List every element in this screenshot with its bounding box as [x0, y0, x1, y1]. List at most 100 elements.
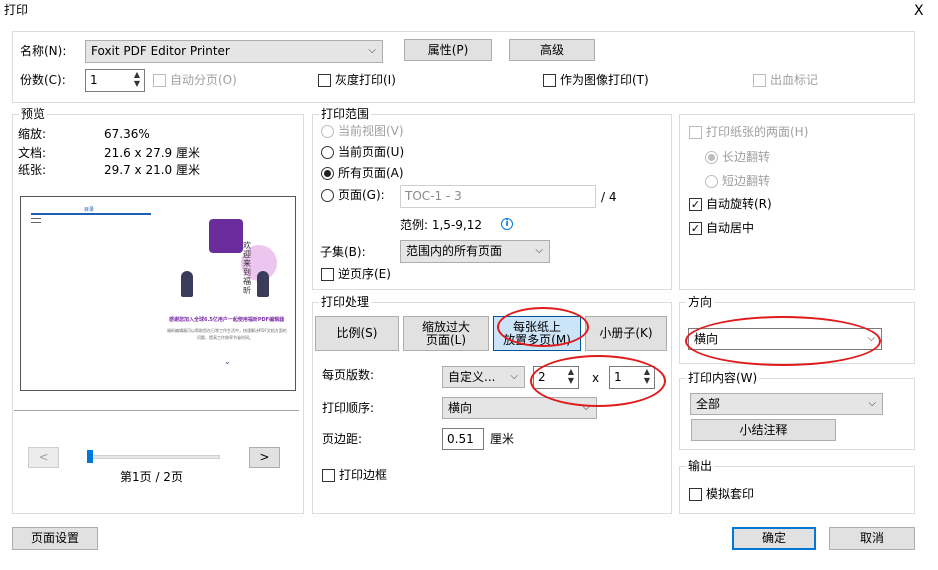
grayscale-checkbox[interactable]: 灰度打印(I)	[318, 72, 396, 88]
printer-select-value: Foxit PDF Editor Printer	[91, 44, 230, 58]
all-pages-label: 所有页面(A)	[338, 166, 404, 180]
auto-rotate-label: 自动旋转(R)	[706, 197, 772, 211]
all-pages-radio[interactable]: 所有页面(A)	[321, 165, 404, 181]
radio-selected-icon	[705, 150, 718, 164]
radio-selected-icon	[321, 166, 334, 180]
toc-heading: 目录	[84, 207, 95, 213]
auto-center-checkbox[interactable]: ✓ 自动居中	[689, 220, 754, 236]
paper-size-value: 29.7 x 21.0 厘米	[104, 163, 200, 177]
document-size-value: 21.6 x 27.9 厘米	[104, 146, 200, 160]
both-sides-checkbox[interactable]: 打印纸张的两面(H)	[689, 124, 808, 140]
chevron-down-icon: ⌵	[368, 45, 376, 56]
grayscale-label: 灰度打印(I)	[335, 73, 396, 87]
margin-unit: 厘米	[490, 432, 515, 446]
prev-page-button[interactable]: <	[28, 447, 59, 468]
subset-label: 子集(B):	[320, 245, 366, 259]
short-edge-radio[interactable]: 短边翻转	[705, 173, 770, 189]
print-as-image-checkbox[interactable]: 作为图像打印(T)	[543, 72, 649, 88]
pages-per-sheet-value: 自定义...	[448, 370, 496, 384]
chevron-down-icon: ⌵	[510, 371, 518, 382]
simulate-overprint-checkbox[interactable]: 模拟套印	[689, 486, 754, 502]
thumb-body-line: 问题，提高工作效率节省时间。	[197, 335, 253, 340]
pages-total: / 4	[601, 190, 617, 204]
long-edge-radio[interactable]: 长边翻转	[705, 149, 770, 165]
copies-input[interactable]: 1 ▲ ▼	[85, 69, 145, 92]
auto-rotate-checkbox[interactable]: ✓ 自动旋转(R)	[689, 196, 772, 212]
pages-per-sheet-label: 每页版数:	[322, 368, 375, 382]
both-sides-label: 打印纸张的两面(H)	[706, 125, 809, 139]
checkbox-icon	[689, 125, 702, 139]
page-slider-track[interactable]	[89, 455, 220, 459]
subset-value: 范围内的所有页面	[406, 244, 503, 258]
tab-fit-oversized[interactable]: 缩放过大 页面(L)	[403, 316, 489, 351]
long-edge-label: 长边翻转	[722, 150, 771, 164]
preview-legend: 预览	[19, 107, 48, 121]
thumb-heading: 欢迎来到福昕	[243, 241, 251, 295]
printer-select[interactable]: Foxit PDF Editor Printer ⌵	[85, 40, 383, 63]
tab-booklet[interactable]: 小册子(K)	[585, 316, 667, 351]
annotation-ellipse	[497, 307, 589, 347]
print-content-select[interactable]: 全部 ⌵	[690, 393, 883, 415]
pages-label: 页面(G):	[338, 188, 385, 202]
tab-booklet-label: 小册子(K)	[599, 326, 653, 340]
thumb-body-line: 福昕编辑器可以帮助您在日常工作生活中，快速解决PDF文档方面的	[167, 328, 287, 333]
checkbox-icon	[321, 267, 334, 281]
print-range-legend: 打印范围	[319, 107, 372, 121]
collate-checkbox[interactable]: 自动分页(O)	[153, 72, 237, 88]
auto-center-label: 自动居中	[706, 221, 755, 235]
page-preview: 目录 欢迎来到福昕 感谢您加入全球6.5亿用户一起使用福昕PDF编辑器 福昕编辑…	[20, 196, 296, 391]
range-example: 范例: 1,5-9,12	[400, 218, 482, 232]
reverse-order-checkbox[interactable]: 逆页序(E)	[321, 266, 391, 282]
orientation-legend: 方向	[686, 295, 715, 309]
print-border-checkbox[interactable]: 打印边框	[322, 467, 387, 483]
ok-button[interactable]: 确定	[732, 527, 816, 550]
advanced-button[interactable]: 高级	[509, 39, 595, 61]
reverse-order-label: 逆页序(E)	[338, 267, 391, 281]
pages-per-sheet-select[interactable]: 自定义... ⌵	[442, 366, 525, 388]
printer-name-label: 名称(N):	[20, 44, 67, 58]
checkmark-icon: ✓	[689, 197, 702, 211]
page-setup-button[interactable]: 页面设置	[12, 527, 98, 550]
page-order-label: 打印顺序:	[322, 401, 375, 415]
zoom-value: 67.36%	[104, 127, 150, 141]
tab-fit-line1: 缩放过大	[421, 319, 470, 334]
checkbox-icon	[322, 468, 335, 482]
margin-input[interactable]: 0.51	[442, 428, 484, 450]
chevron-down-icon: ⌵	[535, 245, 543, 256]
checkbox-icon	[753, 73, 766, 87]
tab-scale-label: 比例(S)	[336, 326, 378, 340]
page-slider-thumb[interactable]	[87, 450, 93, 463]
radio-icon	[321, 124, 334, 138]
close-icon[interactable]: X	[914, 3, 924, 19]
toc-line	[31, 222, 41, 223]
info-icon[interactable]: i	[501, 218, 513, 230]
subset-select[interactable]: 范围内的所有页面 ⌵	[400, 240, 550, 263]
annotation-ellipse	[530, 355, 666, 407]
pages-input[interactable]: TOC-1 - 3	[400, 185, 596, 208]
tab-fit-line2: 页面(L)	[425, 332, 467, 347]
summarize-comments-button[interactable]: 小结注释	[691, 419, 836, 441]
radio-icon	[321, 145, 334, 159]
preview-divider	[14, 410, 299, 411]
toc-header-bar	[31, 213, 151, 215]
page-order-value: 横向	[448, 401, 473, 415]
current-page-radio[interactable]: 当前页面(U)	[321, 144, 404, 160]
current-view-radio[interactable]: 当前视图(V)	[321, 123, 404, 139]
annotation-ellipse	[685, 316, 881, 366]
toc-line	[31, 218, 41, 219]
checkbox-icon	[543, 73, 556, 87]
cancel-button[interactable]: 取消	[829, 527, 915, 550]
pages-radio[interactable]: 页面(G):	[321, 187, 385, 203]
thumb-tagline: 感谢您加入全球6.5亿用户一起使用福昕PDF编辑器	[169, 317, 285, 323]
window-title: 打印	[4, 3, 29, 17]
foxit-logo-icon	[209, 219, 243, 253]
next-page-button[interactable]: >	[249, 447, 280, 468]
tab-scale[interactable]: 比例(S)	[315, 316, 399, 351]
print-content-value: 全部	[696, 397, 721, 411]
margin-label: 页边距:	[322, 432, 363, 446]
spinner-arrows-icon[interactable]: ▲ ▼	[130, 70, 144, 91]
properties-button[interactable]: 属性(P)	[404, 39, 492, 61]
person-illustration	[257, 271, 269, 297]
bleed-marks-checkbox[interactable]: 出血标记	[753, 72, 818, 88]
checkbox-icon	[153, 73, 166, 87]
